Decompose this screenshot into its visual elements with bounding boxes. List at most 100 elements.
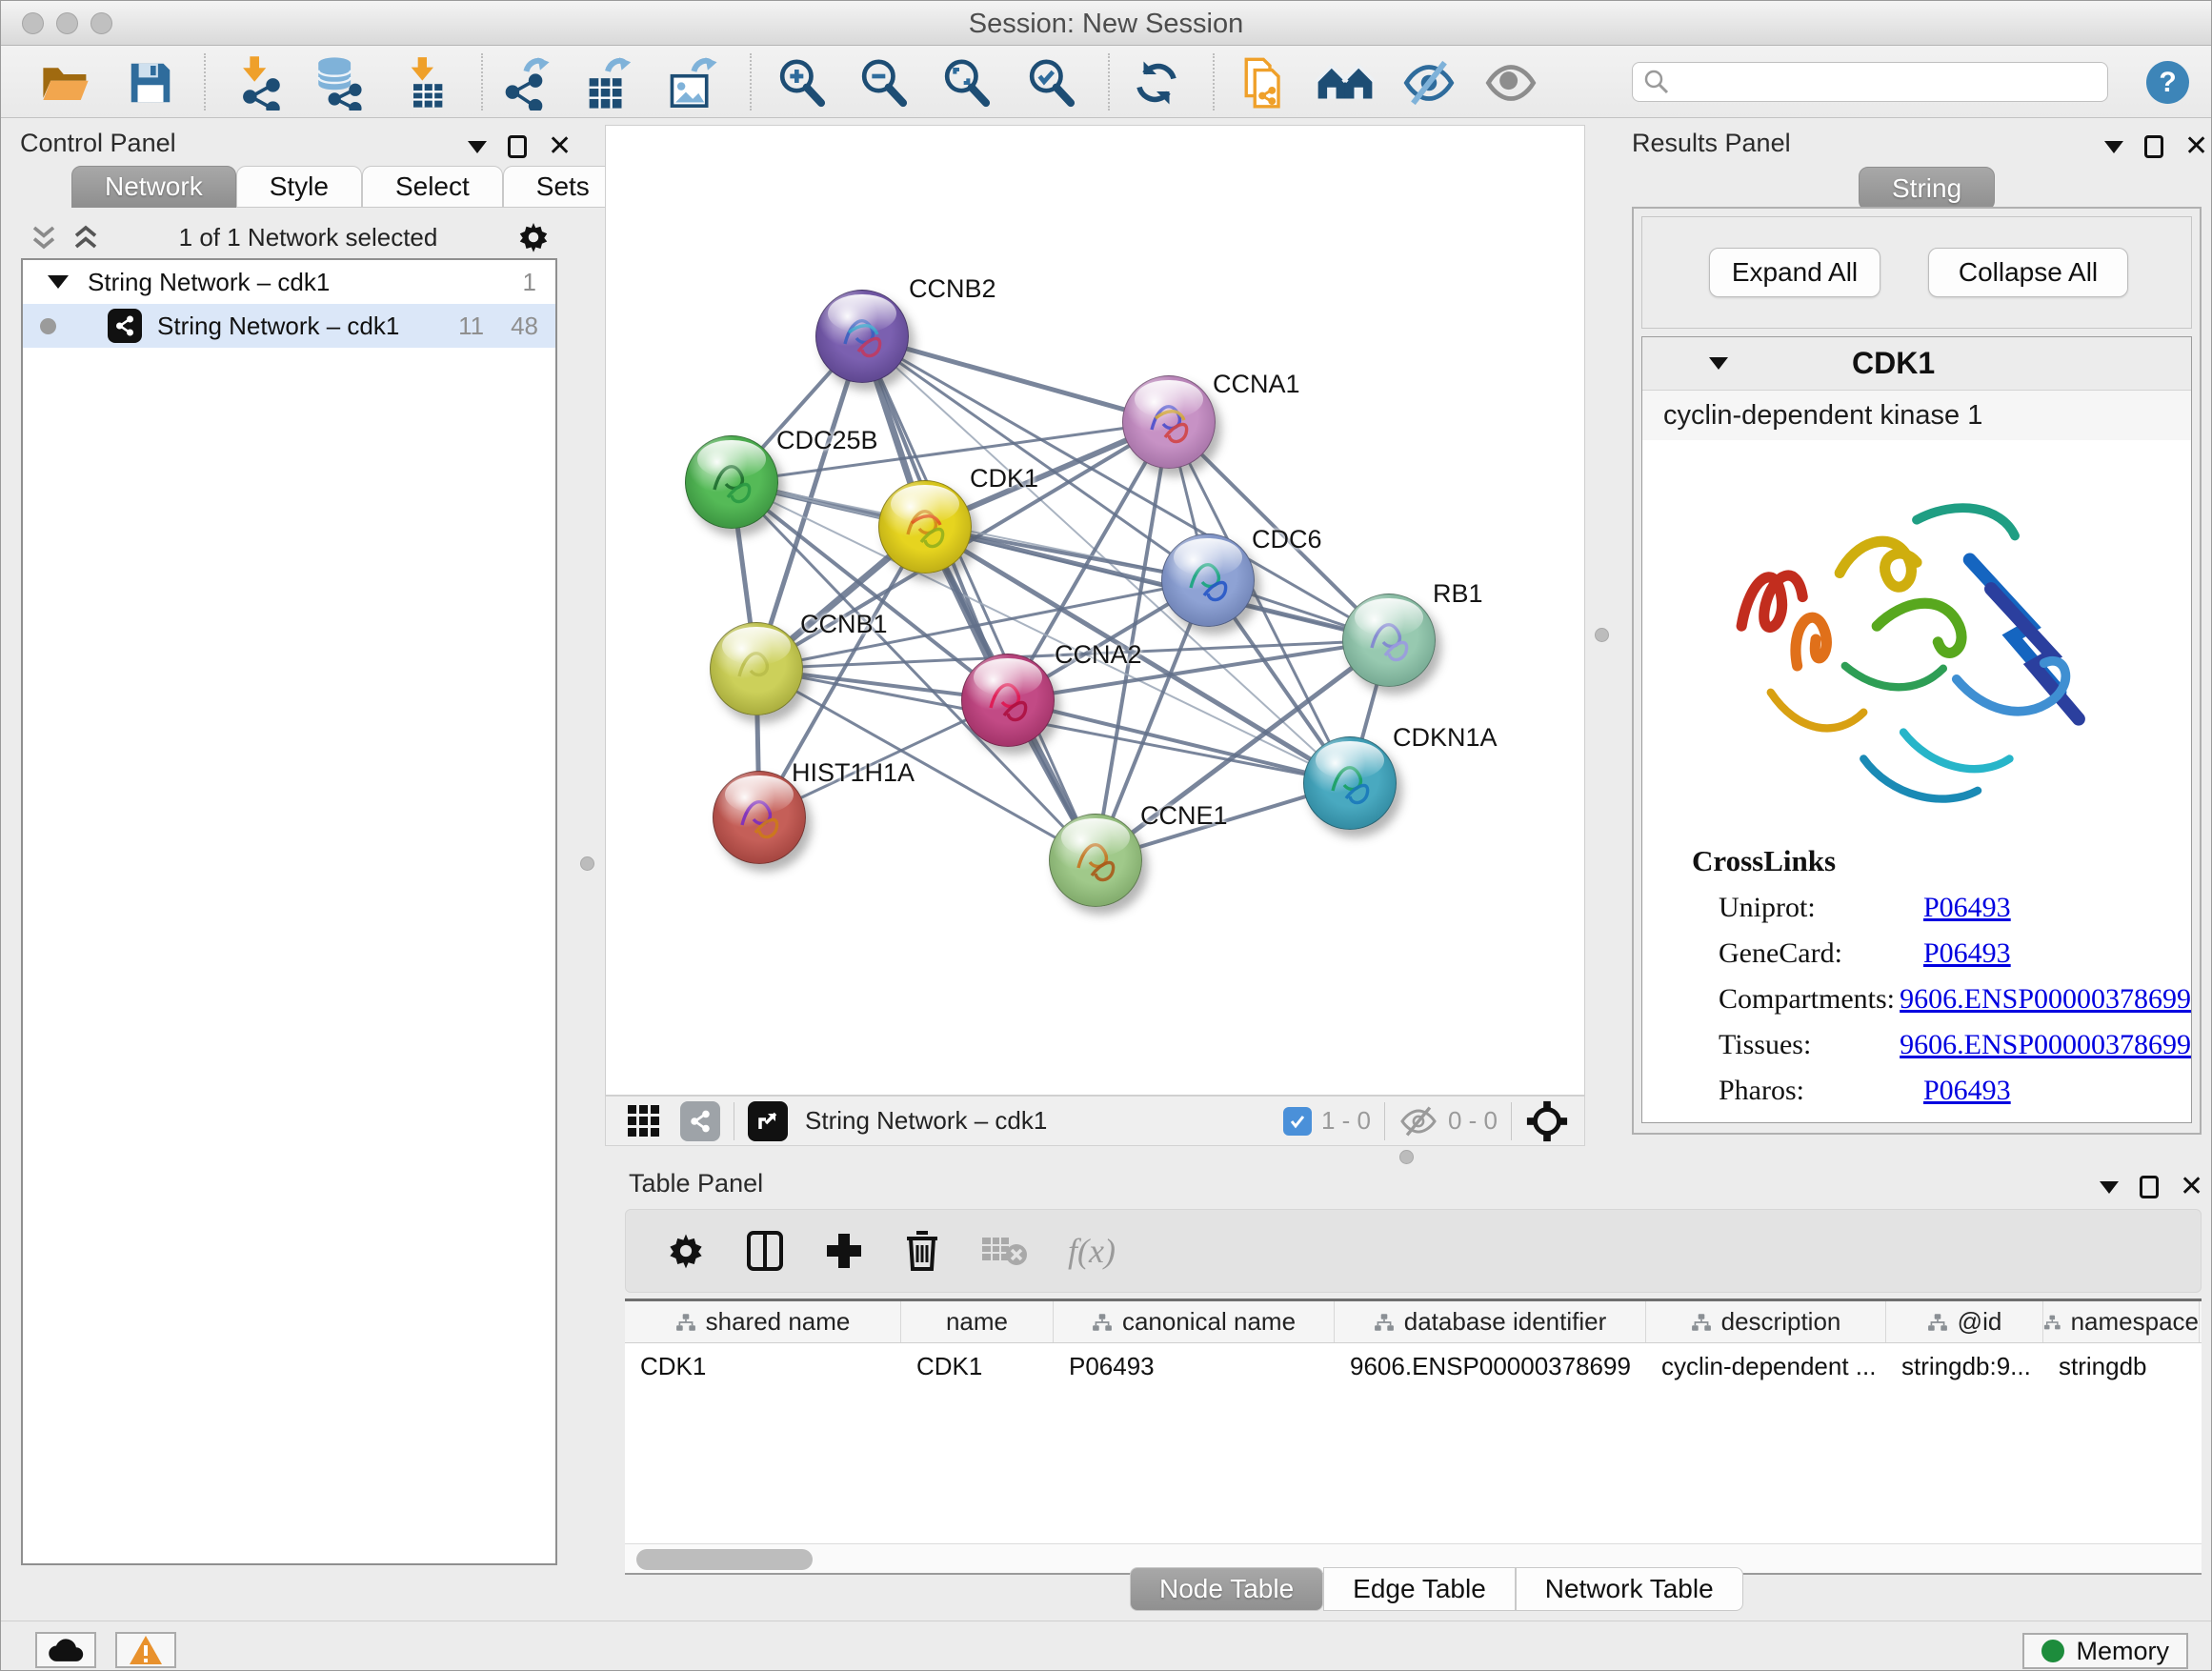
network-list-header: 1 of 1 Network selected bbox=[12, 216, 566, 258]
table-cell[interactable]: CDK1 bbox=[625, 1343, 901, 1389]
table-settings-button[interactable] bbox=[666, 1231, 706, 1271]
detach-view-icon[interactable] bbox=[748, 1101, 788, 1141]
hide-selected-button[interactable] bbox=[1398, 55, 1460, 111]
tab-select[interactable]: Select bbox=[362, 166, 503, 208]
tab-style[interactable]: Style bbox=[236, 166, 362, 208]
zoom-out-button[interactable] bbox=[852, 55, 915, 111]
crosslink-link[interactable]: P06493 bbox=[1923, 1075, 2011, 1107]
panel-menu-icon[interactable] bbox=[2104, 141, 2123, 153]
gene-header[interactable]: CDK1 bbox=[1642, 337, 2191, 391]
import-network-database-button[interactable] bbox=[308, 55, 371, 111]
expand-all-icon[interactable] bbox=[71, 223, 100, 252]
tree-expander-icon[interactable] bbox=[48, 275, 69, 289]
panel-menu-icon[interactable] bbox=[468, 141, 487, 153]
function-builder-button[interactable]: f(x) bbox=[1068, 1231, 1116, 1271]
crosslink-link[interactable]: P06493 bbox=[1923, 937, 2011, 970]
export-network-button[interactable] bbox=[493, 55, 555, 111]
delete-column-button[interactable] bbox=[904, 1230, 940, 1272]
search-input[interactable] bbox=[1671, 68, 2081, 97]
hscrollbar-thumb[interactable] bbox=[636, 1549, 813, 1570]
apply-layout-button[interactable] bbox=[1125, 55, 1188, 111]
node-CDKN1A[interactable] bbox=[1303, 736, 1397, 830]
tab-node-table[interactable]: Node Table bbox=[1130, 1567, 1323, 1611]
network-collection-row[interactable]: String Network – cdk1 1 bbox=[23, 260, 555, 304]
column-header--id[interactable]: @id bbox=[1886, 1301, 2043, 1342]
crosslink-row: GeneCard:P06493 bbox=[1692, 937, 2191, 970]
import-table-button[interactable] bbox=[395, 55, 458, 111]
close-panel-icon[interactable]: ✕ bbox=[548, 132, 572, 161]
open-session-button[interactable] bbox=[34, 55, 97, 111]
node-RB1[interactable] bbox=[1342, 594, 1436, 687]
birds-eye-icon[interactable] bbox=[1525, 1099, 1569, 1143]
column-header-namespace[interactable]: namespace bbox=[2043, 1301, 2200, 1342]
table-cell[interactable]: P06493 bbox=[1054, 1343, 1335, 1389]
tab-edge-table[interactable]: Edge Table bbox=[1323, 1567, 1516, 1611]
help-button[interactable]: ? bbox=[2146, 61, 2189, 104]
node-CDK1[interactable] bbox=[878, 480, 972, 574]
warning-icon bbox=[129, 1635, 163, 1665]
tab-string[interactable]: String bbox=[1859, 167, 1995, 211]
float-panel-icon[interactable] bbox=[2144, 135, 2163, 158]
crosslink-link[interactable]: P06493 bbox=[1923, 892, 2011, 924]
import-network-file-button[interactable] bbox=[228, 55, 291, 111]
crosslink-link[interactable]: 9606.ENSP00000378699 bbox=[1900, 1029, 2191, 1061]
right-splitter-handle[interactable] bbox=[1595, 628, 1609, 642]
first-neighbors-button[interactable] bbox=[1314, 55, 1377, 111]
zoom-fit-button[interactable] bbox=[935, 55, 997, 111]
node-CCNE1[interactable] bbox=[1049, 814, 1142, 907]
column-header-database-identifier[interactable]: database identifier bbox=[1335, 1301, 1646, 1342]
left-splitter-handle[interactable] bbox=[580, 856, 594, 871]
zoom-selected-button[interactable] bbox=[1019, 55, 1082, 111]
node-CDC25B[interactable] bbox=[685, 435, 778, 529]
tab-network[interactable]: Network bbox=[71, 166, 236, 208]
table-cell[interactable]: cyclin-dependent ... bbox=[1646, 1343, 1886, 1389]
memory-button[interactable]: Memory bbox=[2022, 1633, 2188, 1669]
grid-mode-icon[interactable] bbox=[627, 1104, 661, 1138]
table-row[interactable]: CDK1CDK1P064939606.ENSP00000378699cyclin… bbox=[625, 1343, 2202, 1389]
save-session-button[interactable] bbox=[119, 55, 182, 111]
column-header-name[interactable]: name bbox=[901, 1301, 1054, 1342]
float-panel-icon[interactable] bbox=[2140, 1176, 2159, 1198]
show-columns-button[interactable] bbox=[746, 1230, 784, 1272]
column-header-canonical-name[interactable]: canonical name bbox=[1054, 1301, 1335, 1342]
selected-count-checkbox[interactable] bbox=[1283, 1107, 1312, 1136]
delete-table-button[interactable] bbox=[980, 1234, 1028, 1268]
panel-menu-icon[interactable] bbox=[2100, 1181, 2119, 1194]
crosslink-link[interactable]: 9606.ENSP00000378699 bbox=[1900, 983, 2191, 1016]
export-table-button[interactable] bbox=[576, 55, 639, 111]
show-all-button[interactable] bbox=[1479, 55, 1542, 111]
network-canvas[interactable]: CCNB2CCNA1CDC25BCDK1CDC6RB1CCNB1CCNA2CDK… bbox=[605, 125, 1585, 1096]
string-view-icon[interactable] bbox=[680, 1101, 720, 1141]
node-CCNB1[interactable] bbox=[710, 622, 803, 715]
table-cell[interactable]: CDK1 bbox=[901, 1343, 1054, 1389]
collapse-all-icon[interactable] bbox=[30, 223, 58, 252]
cloud-status-button[interactable] bbox=[35, 1632, 96, 1668]
node-CCNA1[interactable] bbox=[1122, 375, 1216, 469]
zoom-in-button[interactable] bbox=[770, 55, 833, 111]
collapse-all-button[interactable]: Collapse All bbox=[1928, 248, 2128, 297]
warnings-button[interactable] bbox=[115, 1632, 176, 1668]
expand-all-button[interactable]: Expand All bbox=[1709, 248, 1880, 297]
hidden-eye-icon[interactable] bbox=[1398, 1105, 1438, 1137]
float-panel-icon[interactable] bbox=[508, 135, 527, 158]
node-CCNB2[interactable] bbox=[815, 290, 909, 383]
column-header-shared-name[interactable]: shared name bbox=[625, 1301, 901, 1342]
horizontal-splitter-handle[interactable] bbox=[1399, 1150, 1414, 1164]
table-cell[interactable]: 9606.ENSP00000378699 bbox=[1335, 1343, 1646, 1389]
table-cell[interactable]: stringdb:9... bbox=[1886, 1343, 2043, 1389]
node-CDC6[interactable] bbox=[1161, 534, 1255, 627]
copy-network-icon bbox=[1236, 55, 1287, 111]
gear-icon[interactable] bbox=[516, 220, 551, 254]
close-panel-icon[interactable]: ✕ bbox=[2184, 132, 2208, 161]
add-column-button[interactable] bbox=[824, 1231, 864, 1271]
table-cell[interactable]: stringdb bbox=[2043, 1343, 2200, 1389]
node-CCNA2[interactable] bbox=[961, 654, 1055, 747]
gene-collapse-icon[interactable] bbox=[1709, 357, 1728, 370]
column-header-description[interactable]: description bbox=[1646, 1301, 1886, 1342]
tab-network-table[interactable]: Network Table bbox=[1516, 1567, 1743, 1611]
column-label: description bbox=[1721, 1307, 1841, 1337]
close-panel-icon[interactable]: ✕ bbox=[2180, 1173, 2203, 1201]
network-row[interactable]: String Network – cdk1 11 48 bbox=[23, 304, 555, 348]
export-image-button[interactable] bbox=[660, 55, 723, 111]
network-from-selection-button[interactable] bbox=[1230, 55, 1293, 111]
